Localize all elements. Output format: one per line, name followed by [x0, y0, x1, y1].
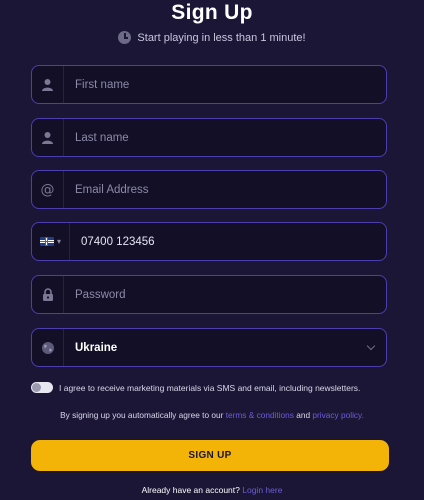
uk-flag-icon	[39, 237, 54, 246]
subtitle-text: Start playing in less than 1 minute!	[137, 31, 306, 44]
email-field[interactable]: @ Email Address	[31, 170, 387, 209]
login-link[interactable]: Login here	[242, 485, 282, 495]
lock-icon	[32, 276, 64, 313]
page-title: Sign Up	[171, 1, 253, 24]
caret-down-icon: ▾	[56, 237, 61, 246]
chevron-down-icon	[366, 341, 376, 351]
subtitle: Start playing in less than 1 minute!	[0, 31, 424, 44]
phone-field[interactable]: ▾ 07400 123456	[31, 222, 387, 261]
clock-icon	[118, 31, 132, 44]
login-prompt: Already have an account? Login here	[0, 485, 424, 495]
marketing-consent: I agree to receive marketing materials v…	[31, 382, 360, 393]
last-name-field[interactable]: Last name	[31, 118, 387, 157]
terms-link[interactable]: terms & conditions	[226, 410, 294, 420]
signup-page: Sign Up Start playing in less than 1 min…	[0, 0, 424, 500]
login-prompt-text: Already have an account?	[141, 485, 240, 495]
sign-up-button[interactable]: SIGN UP	[31, 440, 389, 471]
phone-input[interactable]: 07400 123456	[81, 236, 155, 248]
privacy-link[interactable]: privacy policy.	[312, 410, 364, 420]
first-name-input[interactable]: First name	[75, 79, 129, 91]
at-icon: @	[32, 171, 64, 208]
marketing-toggle[interactable]	[31, 382, 53, 393]
terms-notice: By signing up you automatically agree to…	[0, 410, 424, 420]
last-name-input[interactable]: Last name	[75, 132, 129, 144]
country-value: Ukraine	[75, 341, 118, 354]
globe-icon	[32, 329, 64, 366]
user-icon	[32, 119, 64, 156]
terms-prefix: By signing up you automatically agree to…	[60, 410, 224, 420]
email-input[interactable]: Email Address	[75, 184, 149, 196]
country-select[interactable]: Ukraine	[31, 328, 387, 367]
password-input[interactable]: Password	[75, 289, 126, 301]
first-name-field[interactable]: First name	[31, 65, 387, 104]
user-icon	[32, 66, 64, 103]
password-field[interactable]: Password	[31, 275, 387, 314]
country-code-select[interactable]: ▾	[32, 223, 70, 260]
terms-and: and	[296, 410, 311, 420]
consent-label: I agree to receive marketing materials v…	[59, 382, 361, 393]
toggle-knob	[32, 383, 41, 392]
